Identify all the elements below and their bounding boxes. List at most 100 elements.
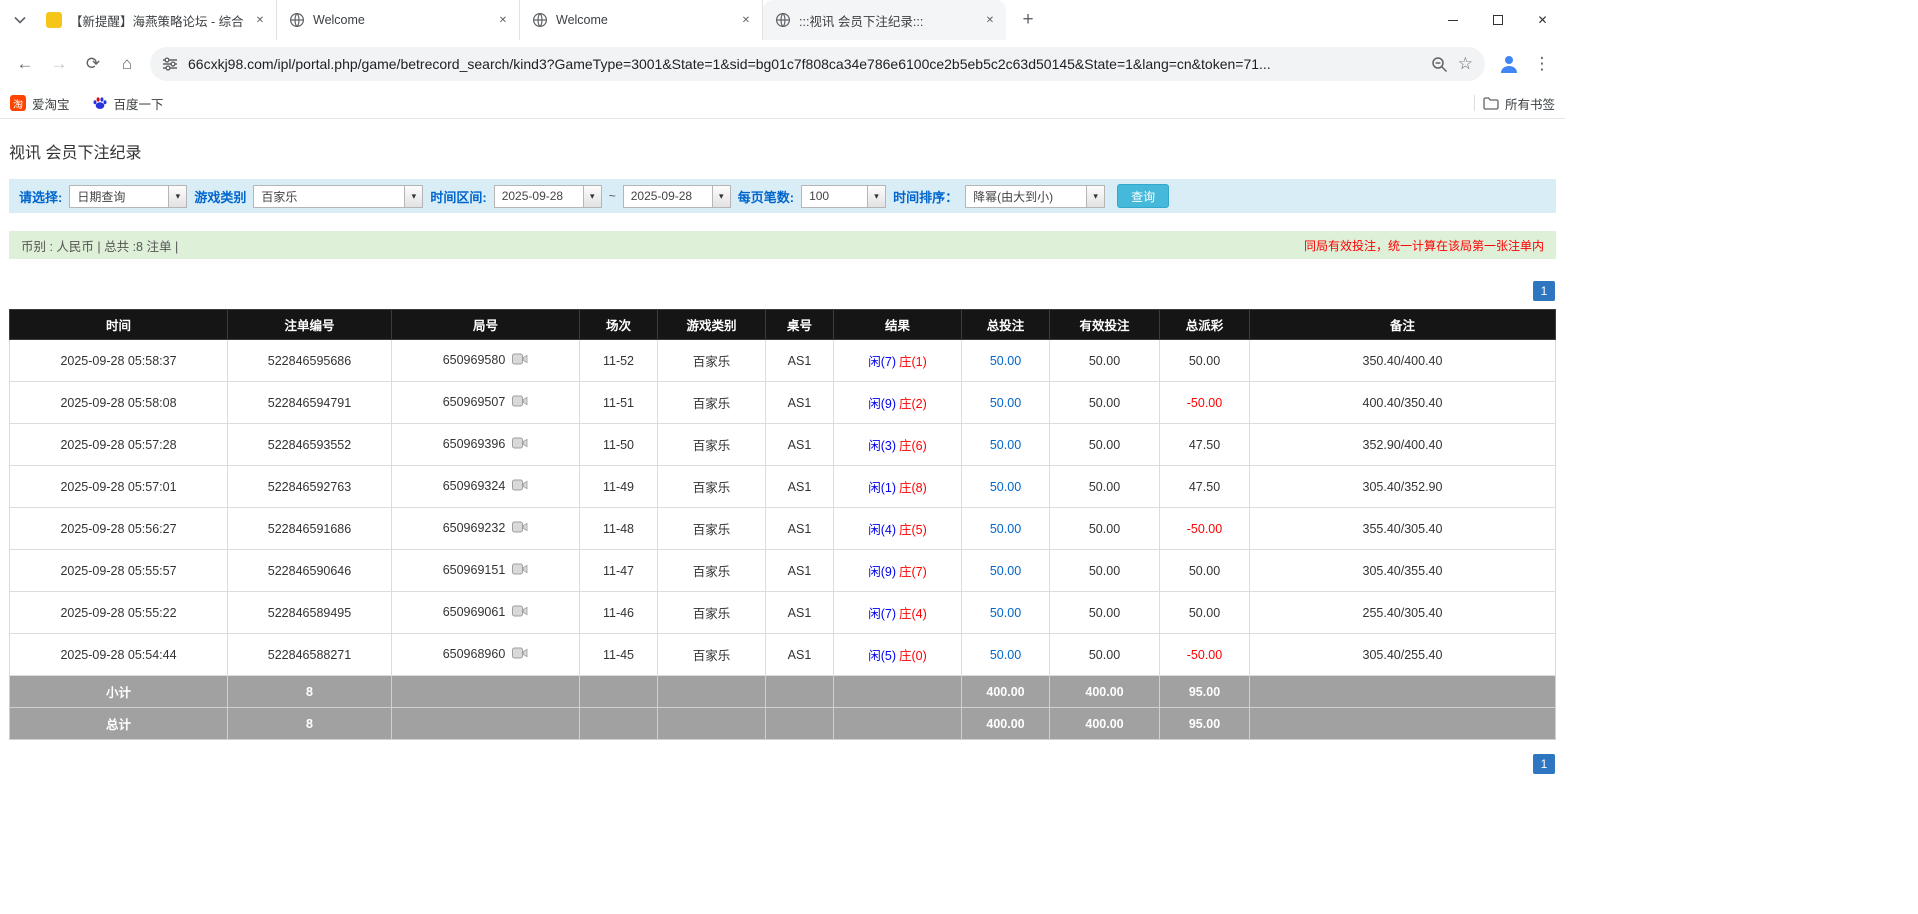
browser-menu-icon[interactable]: ⋮ [1527,49,1557,79]
close-button[interactable]: ✕ [1520,0,1565,40]
session-cell: 11-46 [580,592,658,634]
all-bookmarks-button[interactable]: 所有书签 [1483,94,1555,113]
video-replay-icon[interactable] [512,605,528,620]
bookmark-star-icon[interactable]: ☆ [1458,54,1473,74]
reload-button[interactable]: ⟳ [76,47,110,81]
page-size-select[interactable]: 100 ▾ [801,185,886,208]
chevron-down-icon[interactable]: ▾ [1086,186,1104,207]
sort-order-select[interactable]: 降幂(由大到小) ▾ [965,185,1105,208]
session-cell: 11-51 [580,382,658,424]
tab-close-icon[interactable]: ✕ [982,12,998,28]
pagination-page-1[interactable]: 1 [1533,754,1555,774]
total-spacer [580,708,658,740]
total-bet-link[interactable]: 50.00 [962,592,1050,634]
result-player: 闲(7) [868,355,896,369]
page-size-label: 每页笔数: [738,187,794,206]
bet-id-cell: 522846591686 [228,508,392,550]
query-type-value: 日期查询 [70,188,168,205]
round-cell: 650969507 [392,382,580,424]
subtotal-payout: 95.00 [1160,676,1250,708]
date-to-select[interactable]: 2025-09-28 ▾ [623,185,731,208]
video-replay-icon[interactable] [512,395,528,410]
taobao-favicon: 淘 [10,95,26,111]
browser-tab-1[interactable]: 【新提醒】海燕策略论坛 - 综合✕ [34,0,277,40]
bookmark-items: 淘爱淘宝 百度一下 [10,94,164,113]
round-cell: 650969324 [392,466,580,508]
payout-cell: -50.00 [1160,382,1250,424]
valid-bet-cell: 50.00 [1050,508,1160,550]
bookmark-item-2[interactable]: 百度一下 [92,94,164,113]
valid-bet-cell: 50.00 [1050,424,1160,466]
browser-tab-4[interactable]: :::视讯 会员下注纪录:::✕ [763,0,1006,40]
column-header: 时间 [10,310,228,340]
round-cell: 650969580 [392,340,580,382]
browser-tab-3[interactable]: Welcome✕ [520,0,763,40]
game-type-cell: 百家乐 [658,382,766,424]
pagination-page-1[interactable]: 1 [1533,281,1555,301]
tab-search-chevron-icon[interactable] [6,6,34,34]
bet-record-row: 2025-09-28 05:58:37522846595686650969580… [10,340,1556,382]
pagination-top: 1 [10,281,1555,301]
forward-button[interactable]: → [42,47,76,81]
page-title: 视讯 会员下注纪录 [9,139,1556,163]
column-header: 有效投注 [1050,310,1160,340]
result-cell: 闲(9)庄(2) [834,382,962,424]
video-replay-icon[interactable] [512,521,528,536]
address-bar[interactable]: 66cxkj98.com/ipl/portal.php/game/betreco… [150,47,1485,81]
profile-avatar-icon[interactable] [1493,48,1525,80]
total-bet-link[interactable]: 50.00 [962,508,1050,550]
chevron-down-icon[interactable]: ▾ [404,186,422,207]
tab-close-icon[interactable]: ✕ [738,12,754,28]
result-player: 闲(7) [868,607,896,621]
valid-bet-cell: 50.00 [1050,466,1160,508]
remark-cell: 355.40/305.40 [1250,508,1556,550]
globe-icon [532,12,548,28]
maximize-button[interactable] [1475,0,1520,40]
column-header: 注单编号 [228,310,392,340]
column-header: 总派彩 [1160,310,1250,340]
subtotal-valid-bet: 400.00 [1050,676,1160,708]
site-info-icon[interactable] [162,56,178,72]
date-from-select[interactable]: 2025-09-28 ▾ [494,185,602,208]
session-cell: 11-47 [580,550,658,592]
chevron-down-icon[interactable]: ▾ [583,186,601,207]
payout-cell: 47.50 [1160,466,1250,508]
chevron-down-icon[interactable]: ▾ [168,186,186,207]
column-header: 局号 [392,310,580,340]
tab-strip: 【新提醒】海燕策略论坛 - 综合✕Welcome✕Welcome✕:::视讯 会… [0,0,1565,40]
total-bet-link[interactable]: 50.00 [962,382,1050,424]
video-replay-icon[interactable] [512,437,528,452]
remark-cell: 305.40/355.40 [1250,550,1556,592]
bet-id-cell: 522846595686 [228,340,392,382]
bet-record-row: 2025-09-28 05:56:27522846591686650969232… [10,508,1556,550]
total-spacer [766,708,834,740]
tab-close-icon[interactable]: ✕ [252,12,268,28]
total-bet-link[interactable]: 50.00 [962,634,1050,676]
zoom-icon[interactable] [1431,56,1448,73]
video-replay-icon[interactable] [512,353,528,368]
total-bet-link[interactable]: 50.00 [962,550,1050,592]
minimize-button[interactable] [1430,0,1475,40]
total-payout: 95.00 [1160,708,1250,740]
new-tab-button[interactable]: + [1014,6,1042,34]
game-type-cell: 百家乐 [658,592,766,634]
back-button[interactable]: ← [8,47,42,81]
video-replay-icon[interactable] [512,563,528,578]
search-button[interactable]: 查询 [1117,184,1169,208]
payout-cell: 50.00 [1160,550,1250,592]
url-text[interactable]: 66cxkj98.com/ipl/portal.php/game/betreco… [188,56,1421,72]
bookmark-item-1[interactable]: 淘爱淘宝 [10,94,70,113]
tab-close-icon[interactable]: ✕ [495,12,511,28]
video-replay-icon[interactable] [512,479,528,494]
chevron-down-icon[interactable]: ▾ [712,186,730,207]
query-type-select[interactable]: 日期查询 ▾ [69,185,187,208]
browser-tab-2[interactable]: Welcome✕ [277,0,520,40]
total-bet-link[interactable]: 50.00 [962,466,1050,508]
total-bet-link[interactable]: 50.00 [962,340,1050,382]
chevron-down-icon[interactable]: ▾ [867,186,885,207]
video-replay-icon[interactable] [512,647,528,662]
game-type-select[interactable]: 百家乐 ▾ [253,185,423,208]
home-button[interactable]: ⌂ [110,47,144,81]
total-bet-link[interactable]: 50.00 [962,424,1050,466]
round-number: 650969324 [443,479,506,493]
